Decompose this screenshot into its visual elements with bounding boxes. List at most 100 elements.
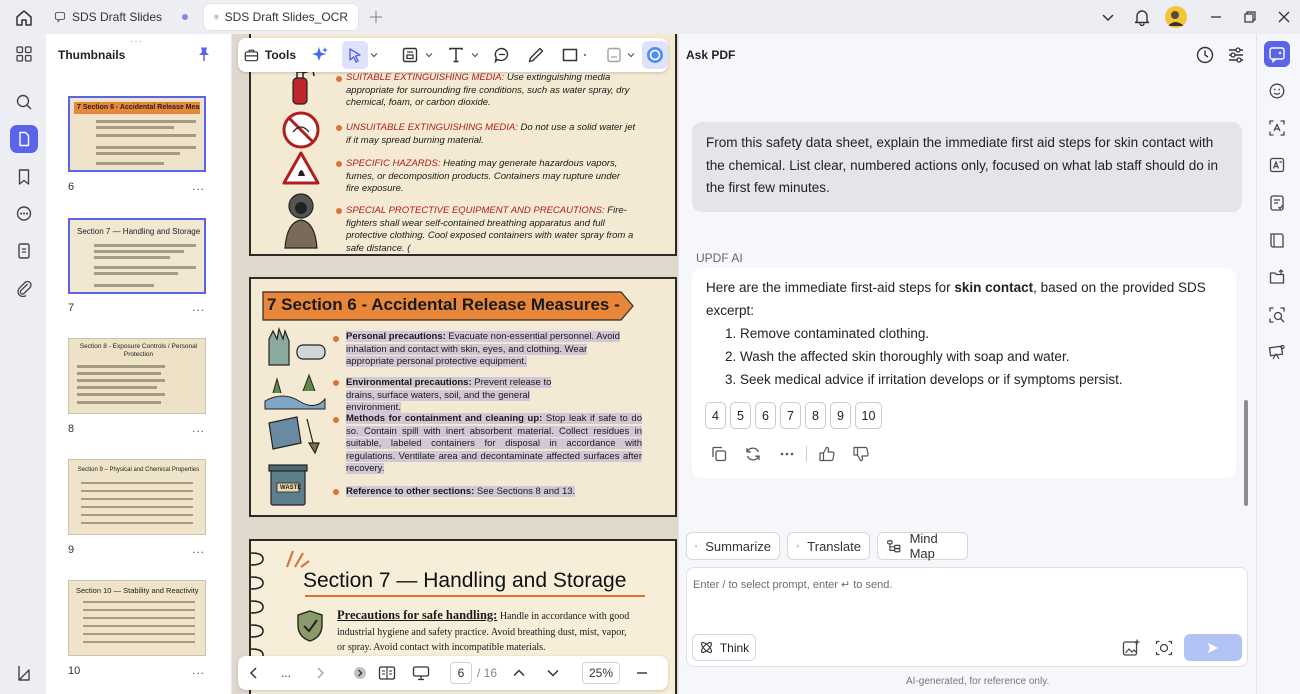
reference-chip[interactable]: 7: [780, 402, 801, 429]
mind-map-button[interactable]: Mind Map: [877, 531, 968, 561]
export-icon[interactable]: [1264, 264, 1290, 290]
bell-icon[interactable]: [1132, 7, 1152, 27]
highlight-tool-button[interactable]: [398, 41, 422, 69]
reference-chip[interactable]: 6: [755, 402, 776, 429]
reader-icon[interactable]: [1264, 227, 1290, 253]
ai-assistant-button[interactable]: [642, 41, 668, 69]
avatar[interactable]: [1165, 6, 1187, 28]
zoom-out-button[interactable]: [634, 656, 650, 690]
reference-chip[interactable]: 5: [730, 402, 751, 429]
chevron-down-icon[interactable]: [470, 41, 480, 69]
scan-search-icon[interactable]: [1264, 302, 1290, 328]
thumbnail-page-7[interactable]: Section 7 — Handling and Storage: [68, 218, 206, 294]
select-tool-button[interactable]: [342, 41, 368, 69]
thumbnail-line: [96, 134, 196, 137]
attachment-icon[interactable]: [10, 274, 38, 302]
section-title: Section 7 — Handling and Storage: [303, 569, 627, 592]
panel-title: Thumbnails: [58, 48, 126, 62]
translate-doc-icon[interactable]: [1264, 152, 1290, 178]
chevron-down-icon[interactable]: [626, 41, 636, 69]
form-icon[interactable]: [1264, 190, 1290, 216]
think-button[interactable]: Think: [692, 634, 756, 661]
thumbnail-heading: Section 10 — Stability and Reactivity: [76, 586, 199, 595]
search-icon[interactable]: [10, 88, 38, 116]
thumbs-down-icon[interactable]: [851, 444, 871, 464]
pages-icon[interactable]: [10, 237, 38, 265]
tab-sds-draft-slides-ocr[interactable]: SDS Draft Slides_OCR: [204, 4, 358, 30]
screenshot-icon[interactable]: [1154, 638, 1174, 658]
more-icon[interactable]: [777, 444, 797, 464]
thumbnail-more-button[interactable]: ...: [192, 663, 205, 677]
reference-chip[interactable]: 10: [855, 402, 882, 429]
thumbnail-more-button[interactable]: ...: [192, 542, 205, 556]
expand-button[interactable]: [352, 656, 368, 690]
thumbnail-page-6[interactable]: 7 Section 6 - Accidental Release Measure…: [68, 96, 206, 172]
new-tab-icon[interactable]: [368, 9, 384, 25]
ai-sparkle-button[interactable]: [306, 41, 334, 69]
settings-sliders-icon[interactable]: [1226, 45, 1246, 65]
prompt-input[interactable]: [693, 574, 1233, 596]
send-button[interactable]: [1184, 634, 1242, 661]
shape-tool-button[interactable]: [558, 41, 582, 69]
previous-page-button[interactable]: [244, 656, 264, 690]
chevron-down-icon[interactable]: [424, 41, 434, 69]
bookmark-icon[interactable]: [10, 163, 38, 191]
stamp-tool-button[interactable]: [602, 41, 626, 69]
document-viewer[interactable]: SUITABLE EXTINGUISHING MEDIA: Use exting…: [232, 34, 678, 694]
thumbnail-more-button[interactable]: ...: [192, 421, 205, 435]
page-up-button[interactable]: [510, 656, 528, 690]
page-number-input[interactable]: 6: [450, 662, 472, 684]
comment-tool-button[interactable]: [490, 41, 514, 69]
reference-chip[interactable]: 8: [805, 402, 826, 429]
translate-button[interactable]: Translate: [787, 532, 870, 560]
next-page-button[interactable]: [310, 656, 330, 690]
chevron-down-icon[interactable]: [582, 41, 588, 69]
drag-handle[interactable]: ···: [130, 36, 143, 47]
shield-check-icon: [295, 609, 325, 643]
sidebar-toggle-icon[interactable]: [10, 659, 38, 687]
pen-tool-button[interactable]: [524, 41, 548, 69]
regenerate-icon[interactable]: [743, 444, 763, 464]
pin-icon[interactable]: [196, 46, 212, 62]
spill-bucket-icon: [263, 413, 327, 457]
minimize-icon[interactable]: [1206, 7, 1226, 27]
more-button[interactable]: ...: [276, 656, 296, 690]
close-icon[interactable]: [1274, 7, 1294, 27]
grid-icon[interactable]: [10, 40, 38, 68]
copy-icon[interactable]: [709, 444, 729, 464]
thumbnail-page-10[interactable]: Section 10 — Stability and Reactivity: [68, 580, 206, 656]
summarize-button[interactable]: Summarize: [686, 532, 780, 560]
tools-label: Tools: [264, 48, 296, 62]
ask-pdf-icon[interactable]: [1264, 41, 1290, 67]
chevron-down-icon[interactable]: [369, 41, 379, 69]
tools-button[interactable]: Tools: [244, 41, 296, 69]
chevron-down-icon[interactable]: [1098, 7, 1118, 27]
thumbnail-line: [83, 617, 195, 619]
ocr-icon[interactable]: [1264, 115, 1290, 141]
chat-scrollbar[interactable]: [1244, 400, 1248, 506]
bullet-text-protective-equipment: SPECIAL PROTECTIVE EQUIPMENT AND PRECAUT…: [346, 205, 634, 254]
presentation-button[interactable]: [410, 656, 432, 690]
history-icon[interactable]: [1195, 45, 1215, 65]
comments-icon[interactable]: [10, 200, 38, 228]
image-upload-icon[interactable]: [1121, 638, 1141, 658]
thumbnail-line: [77, 365, 165, 368]
text-tool-button[interactable]: [444, 41, 468, 69]
thumbnail-page-9[interactable]: Section 9 – Physical and Chemical Proper…: [68, 459, 206, 535]
restore-icon[interactable]: [1240, 7, 1260, 27]
tab-sds-draft-slides[interactable]: SDS Draft Slides: [44, 4, 198, 30]
ai-chat-icon[interactable]: [1264, 78, 1290, 104]
home-icon[interactable]: [14, 8, 34, 28]
presentation-icon[interactable]: [1264, 339, 1290, 365]
thumbnail-page-8[interactable]: Section 8 - Exposure Controls / Personal…: [68, 338, 206, 414]
reference-chip[interactable]: 9: [830, 402, 851, 429]
thumbs-up-icon[interactable]: [817, 444, 837, 464]
thumbnails-icon[interactable]: [10, 125, 38, 153]
page-down-button[interactable]: [544, 656, 562, 690]
thumbnail-heading: 7 Section 6 - Accidental Release Measure…: [74, 102, 200, 114]
page-layout-button[interactable]: [376, 656, 398, 690]
thumbnail-more-button[interactable]: ...: [192, 179, 205, 193]
zoom-level[interactable]: 25%: [582, 662, 620, 684]
reference-chip[interactable]: 4: [705, 402, 726, 429]
thumbnail-more-button[interactable]: ...: [192, 300, 205, 314]
